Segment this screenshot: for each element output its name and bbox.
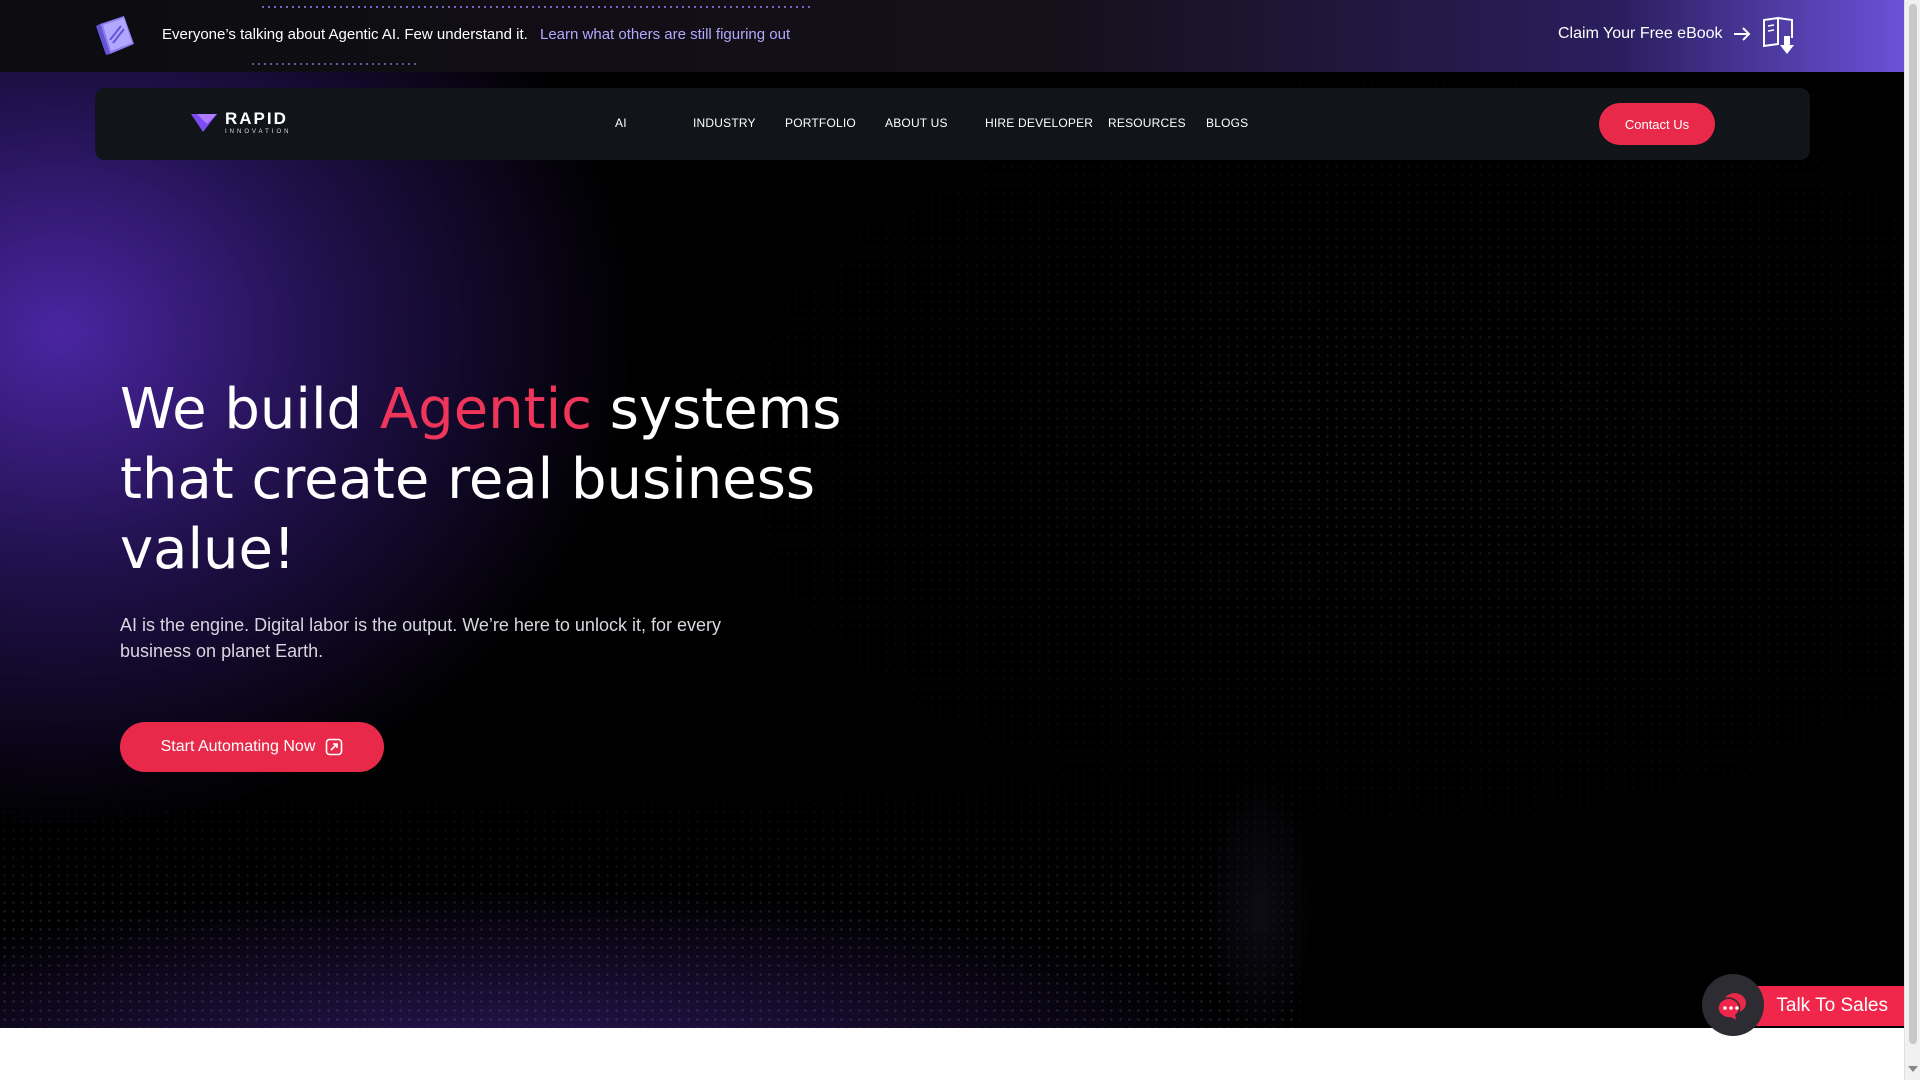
announcement-bar: Everyone’s talking about Agentic AI. Few…: [0, 0, 1904, 72]
chat-launcher[interactable]: [1702, 974, 1764, 1036]
nav-item-about-us[interactable]: ABOUT US: [885, 116, 948, 130]
claim-ebook-label: Claim Your Free eBook: [1558, 25, 1723, 42]
claim-ebook-link[interactable]: Claim Your Free eBook: [1558, 25, 1751, 43]
nav-item-ai[interactable]: AI: [615, 116, 627, 130]
hero-section: RAPID INNOVATION AI INDUSTRY PORTFOLIO A…: [0, 72, 1904, 1028]
hero-subtext: AI is the engine. Digital labor is the o…: [120, 615, 721, 661]
announcement-text: Everyone’s talking about Agentic AI. Few…: [162, 26, 528, 43]
headline-accent: Agentic: [379, 377, 592, 442]
decorative-dot-grid: [0, 772, 1300, 1028]
headline-pre: We build: [120, 377, 380, 442]
announcement-link[interactable]: Learn what others are still figuring out: [540, 26, 790, 43]
main-navbar: RAPID INNOVATION AI INDUSTRY PORTFOLIO A…: [95, 88, 1810, 160]
logo-mark-icon: [191, 113, 217, 132]
logo-name: RAPID: [225, 109, 288, 128]
decorative-dotted-line: [250, 63, 420, 65]
start-automating-button[interactable]: Start Automating Now: [120, 722, 384, 772]
chat-icon: [1717, 993, 1747, 1021]
book-icon: [96, 16, 134, 55]
cta-label: Start Automating Now: [160, 738, 316, 755]
nav-item-blogs[interactable]: BLOGS: [1206, 116, 1248, 130]
talk-to-sales-button[interactable]: Talk To Sales: [1752, 986, 1904, 1026]
next-section-top: [0, 1028, 1904, 1080]
external-link-icon: [326, 738, 343, 756]
hero-headline: We build Agentic systems that create rea…: [120, 375, 920, 585]
arrow-right-icon: [1733, 27, 1750, 41]
page-scrollbar[interactable]: [1904, 0, 1920, 1080]
nav-item-industry[interactable]: INDUSTRY: [693, 116, 756, 130]
nav-item-portfolio[interactable]: PORTFOLIO: [785, 116, 856, 130]
ebook-download-icon[interactable]: [1760, 14, 1800, 56]
talk-to-sales-label: Talk To Sales: [1776, 995, 1888, 1016]
decorative-dotted-line: [260, 6, 810, 8]
scrollbar-thumb[interactable]: [1909, 4, 1917, 1044]
nav-item-resources[interactable]: RESOURCES: [1108, 116, 1186, 130]
nav-item-hire-developer[interactable]: HIRE DEVELOPER: [985, 116, 1093, 130]
scroll-down-arrow-icon[interactable]: [1908, 1066, 1918, 1072]
contact-us-button[interactable]: Contact Us: [1599, 103, 1715, 145]
logo-wordmark: RAPID INNOVATION: [225, 110, 291, 135]
logo[interactable]: RAPID INNOVATION: [191, 110, 291, 135]
logo-subtitle: INNOVATION: [225, 129, 292, 135]
